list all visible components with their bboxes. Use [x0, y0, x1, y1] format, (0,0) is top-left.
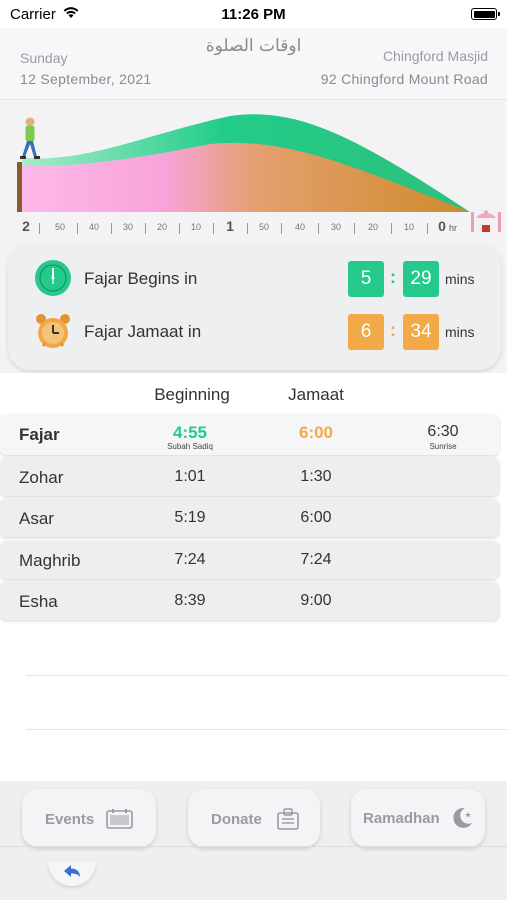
timeline-axis: 2 50 40 30 20 10 1 50 40 30 20 10 0	[18, 218, 466, 240]
tick-label: 10	[403, 222, 415, 232]
calendar-icon	[106, 809, 133, 829]
tick-label: 50	[258, 222, 270, 232]
prayer-name: Zohar	[19, 468, 64, 487]
prayer-row-esha[interactable]: Esha 8:39 9:00	[0, 582, 499, 620]
tick-label: 0	[438, 218, 446, 234]
prayer-name: Fajar	[19, 425, 60, 444]
donate-button[interactable]: Donate	[188, 789, 320, 847]
countdown-panel: Fajar Begins in 5 : 29 mins Fajar Jamaat…	[8, 244, 501, 370]
ramadhan-button[interactable]: Ramadhan	[351, 789, 485, 847]
beginning-time: 4:55	[172, 423, 208, 442]
jamaat-header: Jamaat	[288, 385, 344, 404]
tick-label: 10	[190, 222, 202, 232]
timeline-unit: hr	[449, 223, 458, 233]
begins-separator: :	[390, 267, 396, 287]
jamaat-time: 1:30	[300, 468, 332, 485]
jamaat-countdown: Fajar Jamaat in 6 : 34 mins	[8, 312, 501, 352]
donate-label: Donate	[211, 811, 262, 828]
jamaat-time: 6:00	[298, 423, 334, 442]
prayer-row-maghrib[interactable]: Maghrib 7:24 7:24	[0, 541, 499, 579]
begins-minutes: 29	[403, 261, 439, 297]
prayer-row-zohar[interactable]: Zohar 1:01 1:30	[0, 458, 499, 496]
back-arrow-icon	[64, 865, 80, 877]
tick-label: 20	[367, 222, 379, 232]
beginning-note: Subah Sadiq	[167, 442, 213, 451]
tick-label: 20	[156, 222, 168, 232]
crescent-moon-icon	[453, 807, 472, 828]
prayer-row-asar[interactable]: Asar 5:19 6:00	[0, 499, 499, 537]
divider-line	[26, 729, 507, 730]
tick-label: 40	[294, 222, 306, 232]
prayer-name: Esha	[19, 592, 58, 611]
jamaat-minutes: 34	[403, 314, 439, 350]
beginning-time: 5:19	[174, 509, 206, 526]
begins-label: Fajar Begins in	[84, 269, 198, 288]
prayer-row-fajar[interactable]: Fajar 4:55 Subah Sadiq 6:00 6:30 Sunrise	[0, 415, 499, 455]
tick-label: 30	[122, 222, 134, 232]
divider-line	[26, 675, 507, 676]
donation-box-icon	[277, 808, 299, 830]
begins-hours: 5	[348, 261, 384, 297]
beginning-time: 7:24	[174, 551, 206, 568]
clock-icon	[35, 260, 71, 296]
battery-icon	[471, 8, 500, 20]
tick-label: 30	[330, 222, 342, 232]
begins-unit: mins	[445, 271, 475, 287]
mosque-icon	[471, 210, 501, 232]
masjid-address: 92 Chingford Mount Road	[320, 71, 488, 87]
sunrise-note: Sunrise	[429, 442, 457, 451]
prayer-name: Asar	[19, 509, 54, 528]
masjid-name: Chingford Masjid	[382, 48, 488, 64]
events-label: Events	[45, 811, 95, 828]
jamaat-separator: :	[390, 320, 396, 340]
prayer-times-table: Beginning Jamaat Fajar 4:55 Subah Sadiq …	[0, 373, 507, 781]
beginning-header: Beginning	[154, 385, 230, 404]
sunrise-time: 6:30	[427, 423, 459, 440]
walking-person-icon	[20, 117, 40, 159]
tick-label: 40	[88, 222, 100, 232]
beginning-time: 1:01	[174, 468, 206, 485]
ramadhan-label: Ramadhan	[363, 810, 440, 827]
date-label: 12 September, 2021	[20, 71, 152, 87]
start-post	[17, 162, 22, 212]
jamaat-unit: mins	[445, 324, 475, 340]
status-bar: Carrier 11:26 PM	[0, 0, 507, 28]
jamaat-time: 6:00	[300, 509, 332, 526]
tick-label: 1	[226, 218, 234, 234]
tick-label: 50	[54, 222, 66, 232]
alarm-clock-icon	[36, 314, 70, 348]
begins-countdown: Fajar Begins in 5 : 29 mins	[8, 259, 501, 299]
jamaat-time: 9:00	[300, 592, 332, 609]
jamaat-time: 7:24	[300, 551, 332, 568]
jamaat-hours: 6	[348, 314, 384, 350]
toolbar-divider	[0, 846, 507, 847]
events-button[interactable]: Events	[22, 789, 156, 847]
header: Sunday 12 September, 2021 اوقات الصلوة C…	[0, 28, 507, 100]
prayer-name: Maghrib	[19, 551, 81, 570]
tick-label: 2	[22, 218, 30, 234]
jamaat-label: Fajar Jamaat in	[84, 322, 202, 341]
status-time: 11:26 PM	[221, 6, 286, 23]
beginning-time: 8:39	[174, 592, 206, 609]
